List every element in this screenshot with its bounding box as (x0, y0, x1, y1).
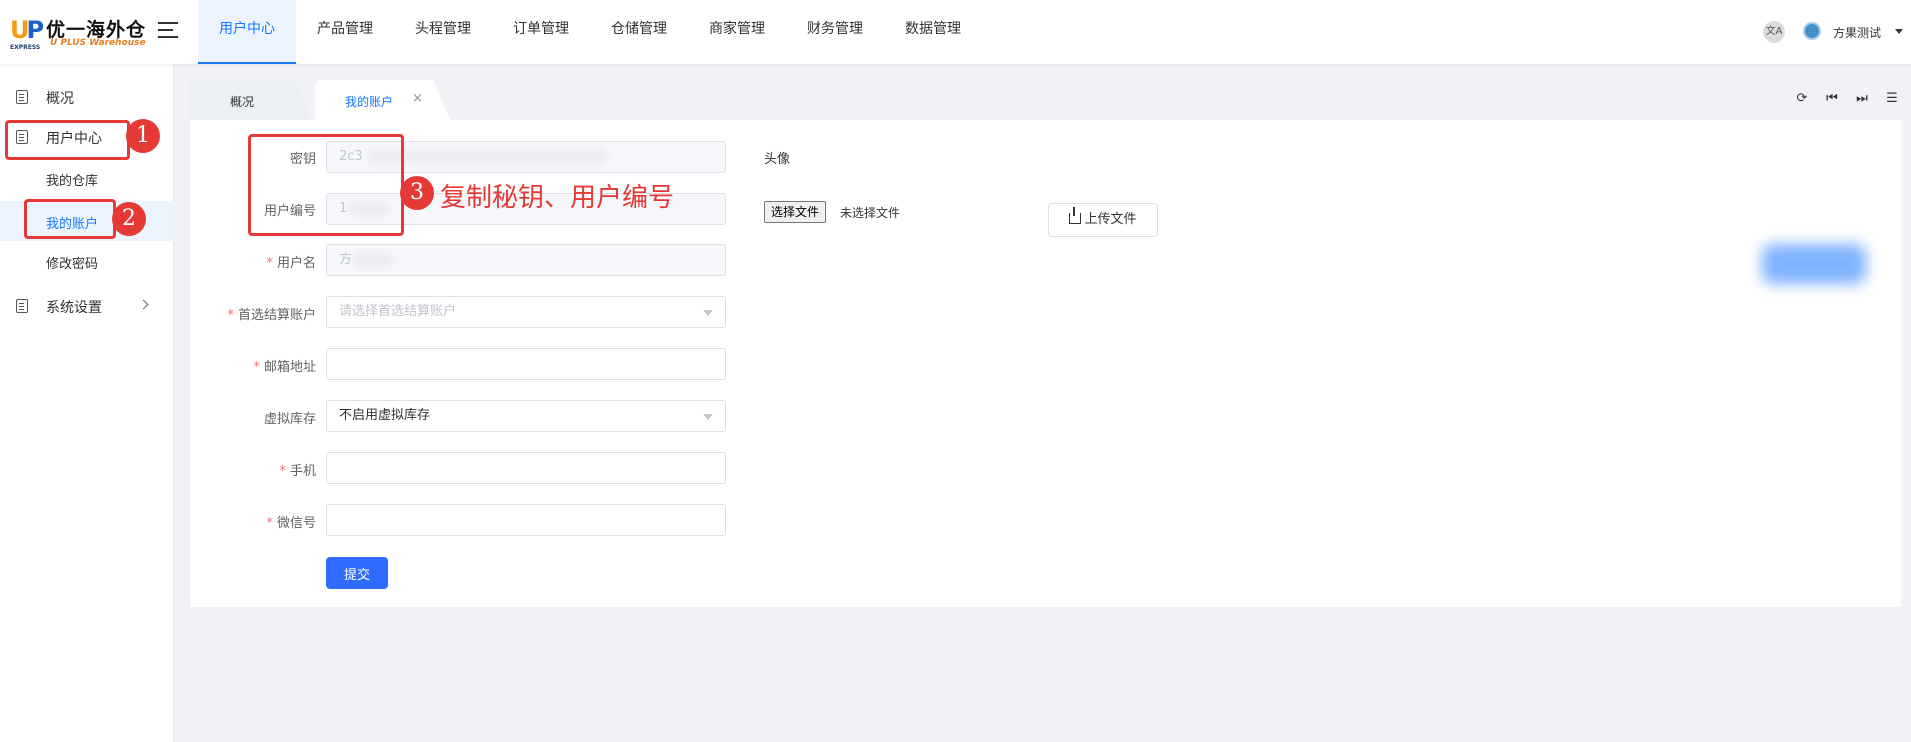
no-file-text: 未选择文件 (840, 206, 901, 220)
language-icon[interactable]: 文A (1763, 21, 1785, 43)
virtual-stock-select[interactable]: 不启用虚拟库存 (326, 400, 726, 432)
sidebar-item-label: 概况 (46, 91, 74, 107)
nav-orders[interactable]: 订单管理 (492, 0, 590, 64)
dropdown-arrow-icon (703, 414, 713, 420)
logo-mark: UP (10, 16, 44, 44)
email-label: * 邮箱地址 (253, 360, 316, 375)
user-avatar-icon[interactable] (1803, 22, 1821, 40)
top-header: UP EXPRESS 优一海外仓 U PLUS Warehouse 用户中心 产… (0, 0, 1911, 64)
caret-down-icon[interactable] (1895, 29, 1903, 34)
username-label: * 用户名 (266, 256, 316, 271)
redacted-avatar (1762, 244, 1866, 284)
wechat-label: * 微信号 (266, 516, 316, 531)
annotation-box-3 (248, 134, 404, 236)
phone-label: * 手机 (279, 464, 316, 479)
tab-my-account[interactable]: 我的账户 (315, 80, 450, 120)
tabs-bar: 概况 我的账户 × ⟳ ⏮ ⏭ ☰ (190, 80, 1911, 120)
close-icon[interactable]: × (412, 92, 423, 106)
username-input[interactable]: 方 (326, 244, 726, 276)
wechat-input[interactable] (326, 504, 726, 536)
email-input[interactable] (326, 348, 726, 380)
nav-product[interactable]: 产品管理 (296, 0, 394, 64)
settle-account-label: * 首选结算账户 (227, 308, 316, 323)
annotation-number-2: 2 (112, 202, 146, 236)
logo-subtitle: U PLUS Warehouse (50, 38, 146, 48)
sidebar: 概况 用户中心 我的仓库 我的账户 修改密码 系统设置 (0, 64, 174, 742)
sidebar-item-overview[interactable]: 概况 (0, 77, 174, 117)
annotation-box-2 (24, 199, 116, 239)
sidebar-item-system-settings[interactable]: 系统设置 (0, 286, 174, 326)
annotation-text-3: 复制秘钥、用户编号 (440, 183, 675, 213)
nav-first-leg[interactable]: 头程管理 (394, 0, 492, 64)
chevron-right-icon (138, 299, 149, 310)
annotation-box-1 (5, 120, 130, 160)
refresh-icon[interactable]: ⟳ (1795, 92, 1809, 106)
skip-forward-icon[interactable]: ⏭ (1855, 92, 1869, 106)
tab-overview[interactable]: 概况 (190, 80, 310, 120)
skip-back-icon[interactable]: ⏮ (1825, 92, 1839, 106)
sidebar-item-label: 系统设置 (46, 300, 102, 316)
submit-button[interactable]: 提交 (326, 557, 388, 589)
menu-toggle-icon[interactable] (158, 22, 178, 40)
logo-express-text: EXPRESS (10, 44, 41, 51)
sidebar-item-label: 修改密码 (46, 257, 99, 272)
nav-data[interactable]: 数据管理 (884, 0, 982, 64)
tab-label: 概况 (230, 95, 255, 109)
upload-file-button[interactable]: 上传文件 (1048, 203, 1158, 237)
top-nav: 用户中心 产品管理 头程管理 订单管理 仓储管理 商家管理 财务管理 数据管理 (198, 0, 982, 64)
virtual-stock-label: 虚拟库存 (263, 412, 316, 427)
sidebar-item-change-password[interactable]: 修改密码 (0, 241, 174, 281)
phone-input[interactable] (326, 452, 726, 484)
sidebar-item-label: 我的仓库 (46, 174, 99, 189)
dropdown-arrow-icon (703, 310, 713, 316)
sidebar-item-my-warehouse[interactable]: 我的仓库 (0, 158, 174, 198)
annotation-number-3: 3 (400, 176, 434, 210)
nav-merchants[interactable]: 商家管理 (688, 0, 786, 64)
nav-warehouse[interactable]: 仓储管理 (590, 0, 688, 64)
avatar-label: 头像 (764, 152, 791, 167)
nav-finance[interactable]: 财务管理 (786, 0, 884, 64)
document-icon (16, 90, 28, 104)
nav-user-center[interactable]: 用户中心 (198, 0, 296, 64)
upload-icon (1069, 207, 1082, 224)
redacted-value (353, 253, 393, 267)
user-name[interactable]: 方果测试 (1833, 24, 1881, 41)
brand-logo[interactable]: UP EXPRESS 优一海外仓 U PLUS Warehouse (10, 12, 150, 52)
tab-tools: ⟳ ⏮ ⏭ ☰ (1795, 92, 1899, 106)
annotation-number-1: 1 (126, 119, 160, 153)
tab-label: 我的账户 (345, 95, 394, 109)
choose-file-button[interactable]: 选择文件 (764, 201, 827, 223)
document-icon (16, 299, 28, 313)
list-menu-icon[interactable]: ☰ (1885, 92, 1899, 106)
settle-account-select[interactable]: 请选择首选结算账户 (326, 296, 726, 328)
